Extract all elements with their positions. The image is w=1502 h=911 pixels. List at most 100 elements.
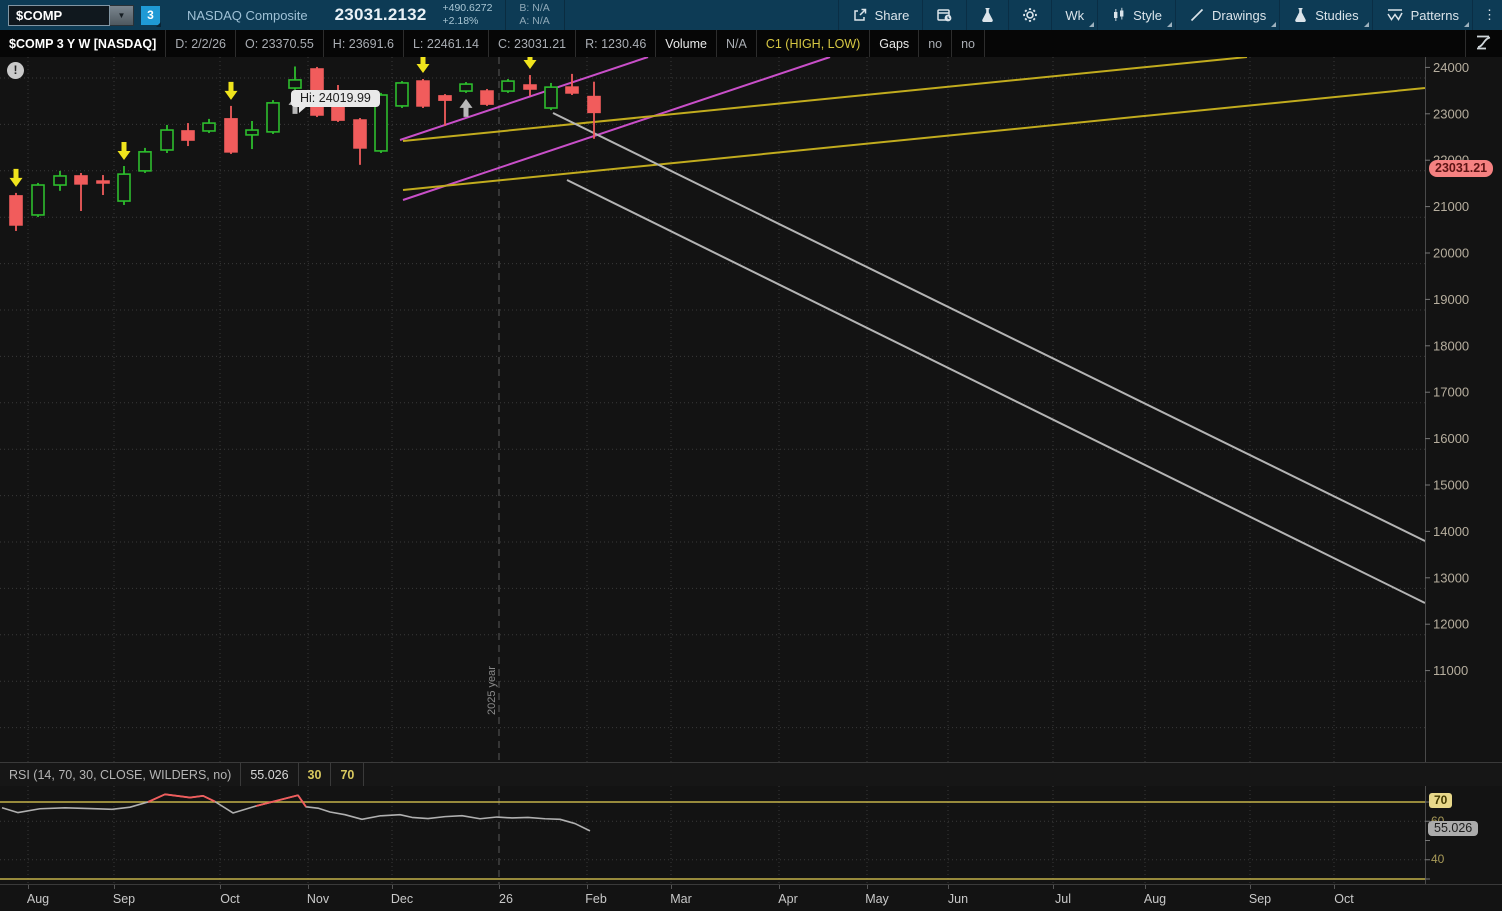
high-price-tooltip: Hi: 24019.99 [291,90,380,107]
calendar-clock-icon [936,7,953,23]
time-axis-tick [1250,885,1251,889]
time-axis-tick [779,885,780,889]
price-axis-label: 13000 [1433,570,1469,585]
sell-signal-arrow-icon [118,142,131,160]
settings-button[interactable] [1008,0,1051,30]
custom-study-cell: C1 (HIGH, LOW) [757,30,870,57]
year-label: 2025 year [486,666,498,715]
axis-settings-button[interactable] [1465,30,1502,57]
change-block: +490.6272 +2.18% [442,2,492,27]
grid-layer [0,57,1425,762]
chevron-down-icon: ▼ [118,11,126,20]
change-value: +490.6272 [442,2,492,15]
candle-down [524,75,536,96]
rsi-plot [0,786,1502,884]
close-cell: C: 23031.21 [489,30,576,57]
low-cell: L: 22461.14 [404,30,489,57]
rsi-overbought-level: 70 [331,763,364,786]
share-button[interactable]: Share [838,0,923,30]
candle-down [225,106,237,154]
time-axis-tick [1334,885,1335,889]
candle-down [97,175,109,195]
buy-signal-arrow-icon [460,99,473,117]
chart-status-header: $COMP 3 Y W [NASDAQ] D: 2/2/26 O: 23370.… [0,30,1502,57]
rsi-panel[interactable]: 70 60 55.026 40 [0,786,1502,884]
symbol-box: $COMP ▼ [8,5,134,26]
time-axis-tick [587,885,588,889]
candle-up [289,66,301,89]
time-axis-label: Oct [1334,892,1353,906]
scale-curve-icon [1474,33,1494,55]
rsi-study-header: RSI (14, 70, 30, CLOSE, WILDERS, no) 55.… [0,762,1502,786]
time-axis-tick [867,885,868,889]
candle-down [417,79,429,108]
patterns-button[interactable]: Patterns [1372,0,1472,30]
sell-signal-arrow-icon [524,57,537,69]
volume-label: Volume [656,30,717,57]
ondemand-button[interactable] [922,0,966,30]
rsi-current-value: 55.026 [241,763,298,786]
candle-up [460,82,472,93]
candlestick-icon [1111,7,1126,23]
price-axis-label: 24000 [1433,60,1469,75]
magenta-trendline [400,57,648,140]
main-chart-panel[interactable]: 2025 year2500024000230002200021000200001… [0,57,1502,762]
timeframe-button[interactable]: Wk [1051,0,1097,30]
link-group-badge[interactable]: 3 [141,6,160,25]
chart-title: $COMP 3 Y W [NASDAQ] [0,30,166,57]
time-axis-label: Sep [1249,892,1271,906]
drawings-button[interactable]: Drawings [1175,0,1279,30]
price-axis-label: 21000 [1433,199,1469,214]
ask-value: A: N/A [519,15,549,28]
time-axis-tick [671,885,672,889]
candle-down [75,173,87,211]
toolbar-buttons: Share [838,0,1502,30]
time-axis-tick [308,885,309,889]
high-cell: H: 23691.6 [324,30,404,57]
time-axis-label: 26 [499,892,513,906]
more-menu-button[interactable]: ⋮ [1472,0,1502,30]
symbol-text: $COMP [16,8,62,23]
rsi-line [2,794,590,831]
gray-trendline [567,180,1425,603]
time-axis-label: Sep [113,892,135,906]
gray-trendline [553,113,1425,541]
gap-down-value: no [952,30,985,57]
time-axis-label: Aug [1144,892,1166,906]
top-toolbar: $COMP ▼ 3 NASDAQ Composite 23031.2132 +4… [0,0,1502,30]
candlestick-chart: 2025 year2500024000230002200021000200001… [0,57,1502,762]
rsi-axis-low-label: 40 [1431,852,1444,866]
time-axis-label: Aug [27,892,49,906]
price-axis-label: 11000 [1433,663,1468,678]
symbol-dropdown-button[interactable]: ▼ [110,5,134,26]
ellipsis-icon: ⋮ [1483,7,1496,23]
bid-ask-block: B: N/A A: N/A [505,0,564,29]
gap-up-value: no [919,30,952,57]
time-axis-label: Oct [220,892,239,906]
candle-down [439,94,451,126]
volume-value: N/A [717,30,757,57]
alert-icon[interactable]: ! [7,62,24,79]
analysis-flask-button[interactable] [966,0,1008,30]
last-price-badge: 23031.21 [1429,160,1493,177]
time-axis-tick [114,885,115,889]
time-axis[interactable]: AugSepOctNovDec26FebMarAprMayJunJulAugSe… [0,884,1502,911]
rsi-axis-overbought-badge: 70 [1429,793,1452,808]
time-axis-label: Jun [948,892,968,906]
symbol-input[interactable]: $COMP [8,5,110,26]
studies-button[interactable]: Studies [1279,0,1371,30]
range-cell: R: 1230.46 [576,30,656,57]
style-button[interactable]: Style [1097,0,1175,30]
gear-icon [1022,7,1038,23]
rsi-params[interactable]: RSI (14, 70, 30, CLOSE, WILDERS, no) [0,763,241,786]
time-axis-tick [1145,885,1146,889]
rsi-axis-value-badge: 55.026 [1428,821,1478,836]
time-axis-tick [948,885,949,889]
change-percent: +2.18% [442,15,492,28]
rsi-overbought-segments [148,794,306,807]
trendlines-layer [400,57,1425,603]
candle-up [161,125,173,153]
share-icon [852,7,868,23]
gaps-label: Gaps [870,30,919,57]
candle-up [396,81,408,108]
